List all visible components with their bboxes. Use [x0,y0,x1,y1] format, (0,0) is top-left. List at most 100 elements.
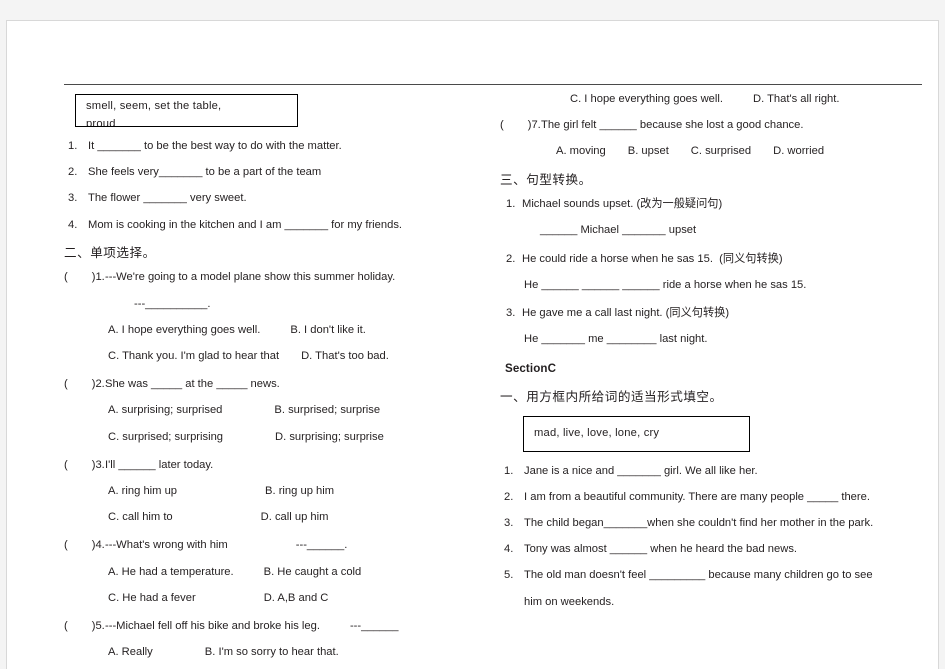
question-2-answer-bracket[interactable]: ()2. [64,379,105,390]
question-5-option-b[interactable]: B. I'm so sorry to hear that. [205,646,339,658]
fill-item-2-number: 2. [68,166,78,179]
question-1-stem-line2: ---__________. [64,297,494,310]
word-bank-box-1-line-1: smell, seem, set the table, [86,100,222,112]
question-6-option-d[interactable]: D. That's all right. [753,93,840,105]
transform-item-1-instruction: (改为一般疑问句) [636,198,723,211]
question-1-option-a[interactable]: A. I hope everything goes well. [64,324,260,336]
question-1-options-row-2: C. Thank you. I'm glad to hear that D. Th… [64,350,494,362]
fill-item-1-number: 1. [68,140,78,152]
right-column: C. I hope everything goes well. D. That's… [500,89,928,608]
question-4-answer-bracket[interactable]: ()4. [64,540,105,551]
transform-item-2-answer[interactable]: He ______ ______ ______ ride a horse whe… [500,278,928,291]
transform-item-3-sentence: He gave me a call last night. [522,307,663,320]
question-5-stem-text: ---Michael fell off his bike and broke h… [105,620,320,633]
transform-item-1-number: 1. [506,198,516,211]
transform-item-2-instruction: (同义句转换) [719,252,783,265]
fill-item-4: 4. Mom is cooking in the kitchen and I am… [64,218,494,231]
question-6-options-row-2: C. I hope everything goes well. D. That's… [500,93,928,105]
question-7-option-d[interactable]: D. worried [773,145,824,157]
question-3-option-a[interactable]: A. ring him up [64,485,177,497]
question-5-stem-tail: ---______ [349,620,399,633]
section-c-fill-item-1: 1. Jane is a nice and _______ girl. We al… [500,464,928,477]
question-5-option-a[interactable]: A. Really [64,646,153,658]
question-4-option-c[interactable]: C. He had a fever [64,592,196,604]
section-c-fill-item-5-number: 5. [504,569,514,582]
question-4-option-b[interactable]: B. He caught a cold [264,566,362,578]
fill-item-3-text: The flower _______ very sweet. [88,192,247,205]
fill-item-3: 3. The flower _______ very sweet. [64,193,494,204]
section-c-fill-item-3: 3. The child began_______when she couldn'… [500,517,928,530]
question-2-stem: ()2.She was _____ at the _____ news. [64,379,494,390]
question-1-stem: ()1.---We're going to a model plane show… [64,272,494,283]
word-bank-box-2-text: mad, live, love, lone, cry [534,426,660,439]
question-3-stem-text: I'll ______ later today. [105,458,214,471]
fill-item-1: 1. It _______ to be the best way to do wi… [64,140,494,152]
section-c-fill-item-4-number: 4. [504,543,514,556]
question-7-option-c[interactable]: C. surprised [691,145,751,157]
section-c-fill-item-1-number: 1. [504,464,514,477]
question-4-option-d[interactable]: D. A,B and C [264,592,329,604]
question-7-option-b[interactable]: B. upset [628,145,669,157]
question-3-option-c[interactable]: C. call him to [64,511,173,523]
question-5-options-row-1: A. Really B. I'm so sorry to hear that. [64,647,494,658]
transform-item-2-answer-text: He ______ ______ ______ ride a horse whe… [524,278,807,291]
question-1-answer-bracket[interactable]: ()1. [64,272,105,283]
section-c-title: SectionC [505,362,557,376]
question-3-options-row-1: A. ring him up B. ring up him [64,485,494,497]
question-4-stem-tail: ---______. [295,539,348,552]
section-c-fill-item-5-text-2: him on weekends. [524,595,615,608]
question-3-option-d[interactable]: D. call up him [261,511,329,523]
question-3-options-row-2: C. call him to D. call up him [64,512,494,523]
question-3-option-b[interactable]: B. ring up him [265,485,334,497]
section-c-fill-item-4: 4. Tony was almost ______ when he heard t… [500,544,928,555]
section-c-heading: 一、用方框内所给词的适当形式填空。 [500,390,723,405]
question-7-stem: ()7.The girl felt ______ because she los… [500,120,928,131]
fill-item-4-number: 4. [68,218,78,231]
question-1-options-row-1: A. I hope everything goes well. B. I don'… [64,324,494,336]
transform-item-3-answer[interactable]: He _______ me ________ last night. [500,334,928,345]
fill-item-1-text: It _______ to be the best way to do with… [88,140,342,152]
question-7-options-row: A. moving B. upset C. surprised D. worried [500,146,928,157]
section-c-fill-item-2: 2. I am from a beautiful community. There… [500,490,928,503]
transform-item-3-instruction: (同义句转换) [665,307,730,320]
word-bank-box-2: mad, live, love, lone, cry [523,415,750,452]
section-c-fill-item-3-text: The child began_______when she couldn't … [524,517,874,530]
question-4-option-a[interactable]: A. He had a temperature. [64,566,234,578]
question-1-stem-text: ---We're going to a model plane show thi… [105,271,396,284]
question-2-option-b[interactable]: B. surprised; surprise [274,404,380,416]
question-2-option-a[interactable]: A. surprising; surprised [64,404,222,416]
question-2-option-d[interactable]: D. surprising; surprise [275,431,384,443]
transform-item-1-answer-text: ______ Michael _______ upset [540,224,697,237]
question-4-stem: ()4.---What's wrong with him ---______. [64,540,494,551]
worksheet-page: smell, seem, set the table, proud 1. It _… [6,20,939,669]
question-2-option-c[interactable]: C. surprised; surprising [64,431,223,443]
transform-item-1-answer[interactable]: ______ Michael _______ upset [500,225,928,236]
header-divider-rule [64,84,922,85]
question-4-options-row-1: A. He had a temperature. B. He caught a c… [64,566,494,578]
question-7-answer-bracket[interactable]: ()7. [500,120,541,131]
question-3-stem: ()3.I'll ______ later today. [64,458,494,471]
section-c-fill-item-3-number: 3. [504,517,514,530]
transform-item-3-number: 3. [506,307,516,320]
word-bank-box-1-line-2: proud [86,118,116,127]
question-1-stem-text-2: ---__________. [134,297,211,310]
transform-item-1: 1. Michael sounds upset. (改为一般疑问句) [500,198,928,211]
section-two-heading: 二、单项选择。 [64,245,156,260]
section-c-fill-item-2-text: I am from a beautiful community. There a… [524,490,870,503]
section-c-fill-item-5: 5. The old man doesn't feel _________ bec… [500,570,928,581]
question-1-option-d[interactable]: D. That's too bad. [301,350,389,362]
fill-item-2-text: She feels very_______ to be a part of th… [88,166,322,179]
question-3-answer-bracket[interactable]: ()3. [64,459,105,471]
section-c-fill-item-1-text: Jane is a nice and _______ girl. We all … [524,464,758,477]
word-bank-box-1: smell, seem, set the table, proud [75,94,298,127]
question-2-stem-text: She was _____ at the _____ news. [105,378,280,391]
question-1-option-b[interactable]: B. I don't like it. [290,324,366,336]
question-5-answer-bracket[interactable]: ()5. [64,620,105,632]
question-4-stem-text: ---What's wrong with him [105,539,228,552]
fill-item-4-text: Mom is cooking in the kitchen and I am _… [88,218,403,231]
question-1-option-c[interactable]: C. Thank you. I'm glad to hear that [64,350,279,362]
section-c-fill-item-5-text: The old man doesn't feel _________ becau… [524,569,873,582]
question-6-option-c[interactable]: C. I hope everything goes well. [500,93,723,105]
section-c-fill-item-2-number: 2. [504,490,514,503]
question-7-option-a[interactable]: A. moving [500,145,606,157]
